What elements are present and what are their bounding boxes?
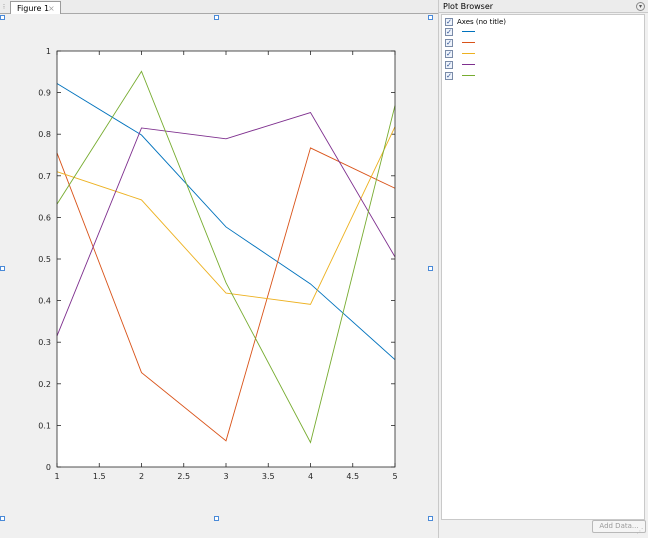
close-icon[interactable]: × [48, 3, 55, 14]
y-tick-label: 0.2 [38, 380, 51, 389]
y-tick-label: 0.1 [38, 421, 51, 430]
figure-canvas: 1 1.5 2 2.5 3 3.5 4 4.5 5 0 0.1 0.2 0.3 0.4 0.5 0.6 0.7 0… [0, 14, 437, 538]
x-tick-label: 4 [308, 472, 313, 481]
resize-grip-icon[interactable]: ⋰ [635, 526, 645, 536]
y-tick-label: 1 [46, 47, 51, 56]
selection-handle-bottom-middle[interactable] [214, 516, 219, 521]
figure-tab-strip: ⁝ Figure 1 × [0, 0, 438, 15]
list-item-line-3[interactable]: ✓ [444, 49, 642, 59]
x-tick-label: 2 [139, 472, 144, 481]
line-color-swatch [462, 42, 475, 43]
x-tick-label: 1 [54, 472, 59, 481]
tab-drag-handle[interactable]: ⁝ [1, 1, 7, 13]
y-tick-label: 0.7 [38, 172, 51, 181]
x-tick-label: 4.5 [346, 472, 359, 481]
panel-menu-icon[interactable]: ▾ [636, 2, 645, 11]
plot-browser-title: Plot Browser [443, 2, 494, 11]
x-tick-label: 3 [223, 472, 228, 481]
axes[interactable]: 1 1.5 2 2.5 3 3.5 4 4.5 5 0 0.1 0.2 0.3 0.4 0.5 0.6 0.7 0… [0, 14, 437, 538]
line-checkbox[interactable]: ✓ [445, 61, 453, 69]
line-checkbox[interactable]: ✓ [445, 28, 453, 36]
axes-label: Axes (no title) [457, 18, 506, 26]
line-checkbox[interactable]: ✓ [445, 39, 453, 47]
line-checkbox[interactable]: ✓ [445, 72, 453, 80]
axes-checkbox[interactable]: ✓ [445, 18, 453, 26]
selection-handle-top-right[interactable] [428, 15, 433, 20]
tab-figure-1[interactable]: Figure 1 × [10, 1, 61, 15]
y-tick-label: 0.4 [38, 297, 51, 306]
line-color-swatch [462, 31, 475, 32]
line-color-swatch [462, 75, 475, 76]
plot-browser-list: ✓ Axes (no title) ✓ ✓ ✓ ✓ ✓ Add Data... [441, 14, 646, 533]
list-item-line-5[interactable]: ✓ [444, 71, 642, 81]
y-tick-label: 0 [46, 463, 51, 472]
list-item-axes[interactable]: ✓ Axes (no title) [444, 17, 642, 27]
x-tick-label: 5 [392, 472, 397, 481]
selection-handle-middle-left[interactable] [0, 266, 5, 271]
selection-handle-middle-right[interactable] [428, 266, 433, 271]
tab-label: Figure 1 [17, 4, 50, 13]
x-tick-label: 3.5 [262, 472, 275, 481]
plot-area [57, 51, 395, 467]
x-tick-label: 2.5 [177, 472, 190, 481]
plot-browser-panel: Plot Browser ▾ ✓ Axes (no title) ✓ ✓ ✓ ✓ ✓ A… [438, 0, 648, 538]
selection-handle-bottom-left[interactable] [0, 516, 5, 521]
selection-handle-top-middle[interactable] [214, 15, 219, 20]
x-tick-label: 1.5 [93, 472, 106, 481]
line-checkbox[interactable]: ✓ [445, 50, 453, 58]
line-color-swatch [462, 64, 475, 65]
y-tick-label: 0.8 [38, 130, 51, 139]
selection-handle-top-left[interactable] [0, 15, 5, 20]
y-tick-label: 0.9 [38, 89, 51, 98]
list-item-line-2[interactable]: ✓ [444, 38, 642, 48]
plot-browser-header: Plot Browser ▾ [439, 0, 648, 13]
list-item-line-1[interactable]: ✓ [444, 27, 642, 37]
y-tick-label: 0.6 [38, 213, 51, 222]
list-item-line-4[interactable]: ✓ [444, 60, 642, 70]
selection-handle-bottom-right[interactable] [428, 516, 433, 521]
y-tick-label: 0.3 [38, 338, 51, 347]
line-color-swatch [462, 53, 475, 54]
y-tick-label: 0.5 [38, 255, 51, 264]
